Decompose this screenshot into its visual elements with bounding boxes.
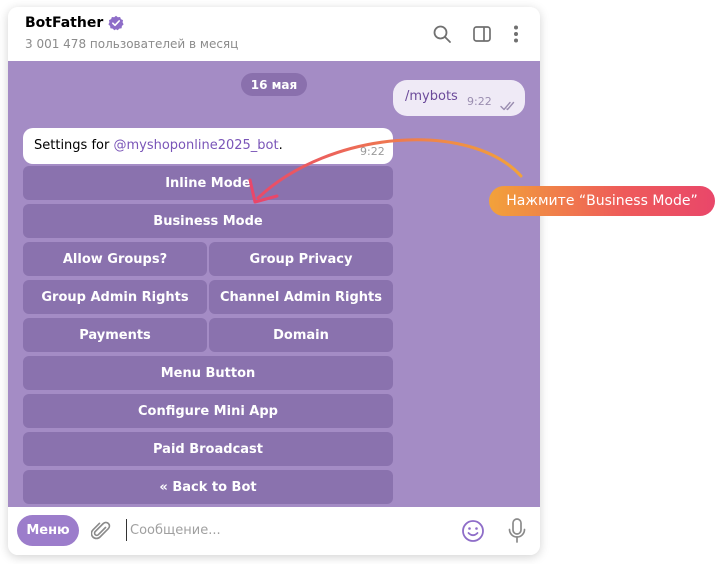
inline-mode-button[interactable]: Inline Mode xyxy=(23,166,393,200)
group-admin-rights-button[interactable]: Group Admin Rights xyxy=(23,280,207,314)
incoming-message-prefix: Settings for xyxy=(34,138,114,153)
chat-window: BotFather 3 001 478 пользователей в меся… xyxy=(8,7,540,555)
incoming-message-suffix: . xyxy=(278,138,283,153)
channel-admin-rights-button[interactable]: Channel Admin Rights xyxy=(209,280,393,314)
menu-button-button[interactable]: Menu Button xyxy=(23,356,393,390)
incoming-message[interactable]: Settings for @myshoponline2025_bot. 9:22 xyxy=(23,128,393,164)
message-area[interactable]: 16 мая /mybots 9:22 Settings for @myshop… xyxy=(8,61,540,507)
bot-menu-button[interactable]: Меню xyxy=(17,515,79,546)
outgoing-message-time: 9:22 xyxy=(467,95,492,108)
verified-badge-icon xyxy=(108,15,124,31)
date-separator: 16 мая xyxy=(241,73,307,96)
chat-header: BotFather 3 001 478 пользователей в меся… xyxy=(8,7,540,61)
paperclip-icon[interactable] xyxy=(90,520,111,546)
instruction-callout: Нажмите “Business Mode” xyxy=(489,186,715,216)
more-vertical-icon[interactable] xyxy=(505,23,527,45)
outgoing-message[interactable]: /mybots 9:22 xyxy=(393,80,525,116)
paid-broadcast-button[interactable]: Paid Broadcast xyxy=(23,432,393,466)
bot-mention-link[interactable]: @myshoponline2025_bot xyxy=(113,138,278,153)
incoming-message-time: 9:22 xyxy=(360,145,385,158)
payments-button[interactable]: Payments xyxy=(23,318,207,352)
allow-groups-button[interactable]: Allow Groups? xyxy=(23,242,207,276)
configure-mini-app-button[interactable]: Configure Mini App xyxy=(23,394,393,428)
group-privacy-button[interactable]: Group Privacy xyxy=(209,242,393,276)
back-to-bot-button[interactable]: « Back to Bot xyxy=(23,470,393,504)
outgoing-message-text[interactable]: /mybots xyxy=(405,89,458,104)
double-check-icon xyxy=(500,96,518,115)
business-mode-button[interactable]: Business Mode xyxy=(23,204,393,238)
message-composer: Меню xyxy=(8,507,540,555)
message-input[interactable] xyxy=(126,519,446,541)
chat-title[interactable]: BotFather xyxy=(25,15,103,31)
emoji-icon[interactable] xyxy=(461,519,485,547)
domain-button[interactable]: Domain xyxy=(209,318,393,352)
chat-subtitle: 3 001 478 пользователей в месяц xyxy=(25,37,239,51)
microphone-icon[interactable] xyxy=(508,518,526,548)
incoming-message-text: Settings for @myshoponline2025_bot. xyxy=(34,138,283,153)
title-row: BotFather xyxy=(25,15,124,31)
search-icon[interactable] xyxy=(431,23,453,45)
sidebar-toggle-icon[interactable] xyxy=(471,23,493,45)
